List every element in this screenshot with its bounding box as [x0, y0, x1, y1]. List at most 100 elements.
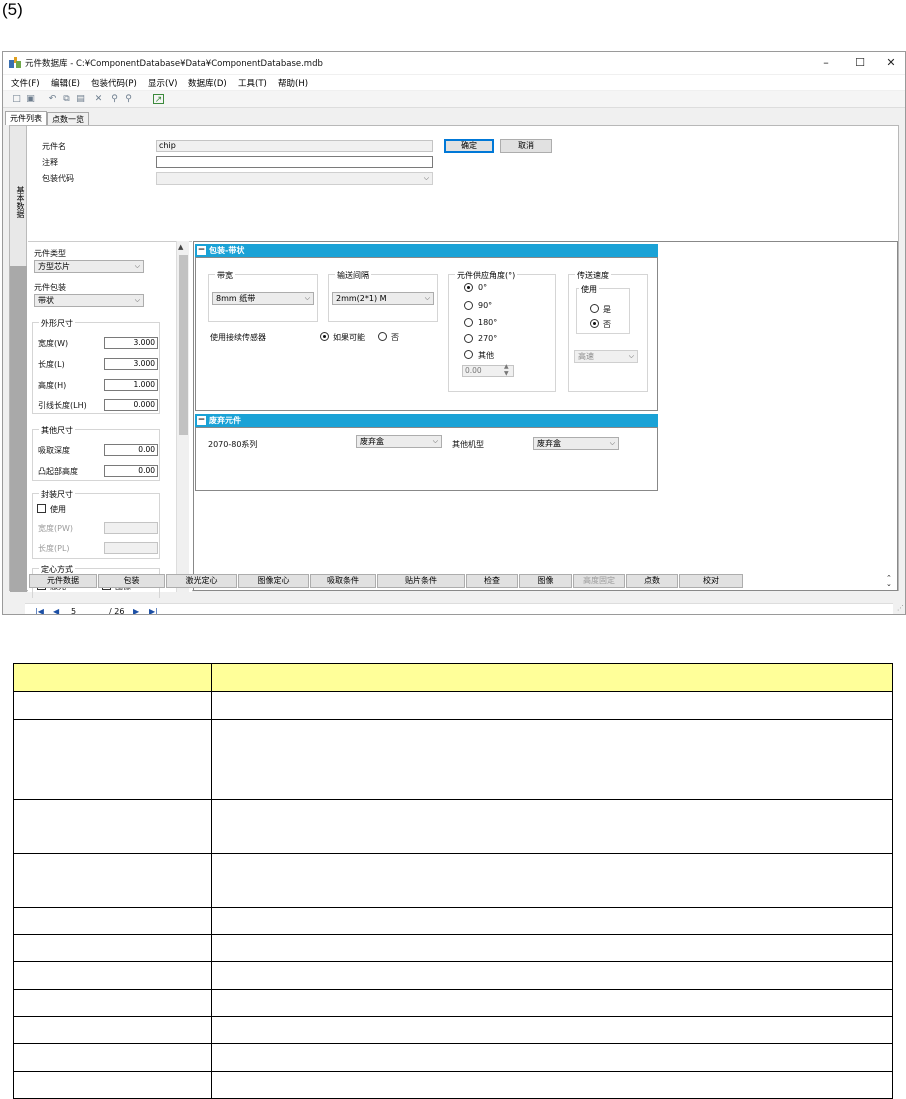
seal-length-input[interactable] [104, 542, 158, 554]
series-discard-select[interactable]: 废弃盒 ⌵ [356, 435, 442, 448]
length-label: 长度(L) [38, 360, 65, 369]
speed-no-radio[interactable] [590, 319, 599, 328]
print-icon[interactable]: ▣ [25, 94, 36, 104]
menu-tools[interactable]: 工具(T) [238, 77, 267, 89]
vertical-tab-strip: 基本数据 [10, 126, 27, 592]
close-button[interactable]: ✕ [874, 52, 905, 74]
new-icon[interactable]: □ [11, 94, 22, 104]
tab-strip: 元件列表 点数一览 [3, 111, 905, 125]
table-cell [13, 1043, 212, 1072]
feed-pitch-select[interactable]: 2mm(2*1) M ⌵ [332, 292, 434, 305]
angle-180-radio[interactable] [464, 318, 473, 327]
table-cell [211, 961, 893, 990]
undo-icon[interactable]: ↶ [47, 94, 58, 104]
placement-conditions-button[interactable]: 贴片条件 [377, 574, 465, 588]
copy-icon[interactable]: ⧉ [61, 94, 72, 104]
left-panel-scrollbar[interactable]: ▲ ▼ [176, 241, 189, 592]
menu-database[interactable]: 数据库(D) [188, 77, 227, 89]
width-label: 宽度(W) [38, 339, 69, 348]
protrusion-height-input[interactable]: 0.00 [104, 465, 158, 477]
paste-icon[interactable]: ▤ [75, 94, 86, 104]
maximize-button[interactable]: ☐ [843, 52, 877, 74]
comment-input[interactable] [156, 156, 433, 168]
seal-width-input[interactable] [104, 522, 158, 534]
table-cell [13, 799, 212, 854]
table-cell [211, 934, 893, 962]
tab-component-list[interactable]: 元件列表 [5, 111, 47, 125]
table-cell [211, 989, 893, 1017]
tape-width-select[interactable]: 8mm 纸带 ⌵ [212, 292, 314, 305]
verify-button[interactable]: 校对 [679, 574, 743, 588]
find-next-icon[interactable]: ⚲ [123, 94, 134, 104]
vertical-tab-basic-data[interactable]: 基本数据 [13, 186, 25, 218]
width-input[interactable]: 3.000 [104, 337, 158, 349]
title-bar: 元件数据库 - C:¥ComponentDatabase¥Data¥Compon… [3, 52, 905, 74]
angle-270-label: 270° [478, 334, 498, 343]
angle-90-radio[interactable] [464, 301, 473, 310]
packaging-button[interactable]: 包装 [98, 574, 165, 588]
tab-point-list[interactable]: 点数一览 [47, 112, 89, 125]
protrusion-height-label: 凸起部高度 [38, 467, 78, 476]
menu-package-code[interactable]: 包装代码(P) [91, 77, 137, 89]
points-button[interactable]: 点数 [626, 574, 678, 588]
vertical-tab-filler [10, 266, 27, 592]
chevron-down-icon: ⌵ [134, 296, 140, 304]
comment-label: 注释 [42, 158, 58, 167]
menu-view[interactable]: 显示(V) [148, 77, 177, 89]
current-record[interactable]: 5 [71, 607, 76, 614]
angle-spinner-icon[interactable]: ▲ ▼ [504, 363, 509, 377]
first-record-icon[interactable]: |◀ [35, 607, 44, 614]
scroll-up-icon[interactable]: ▲ [178, 243, 183, 251]
package-code-select[interactable]: ⌵ [156, 172, 433, 185]
ok-button[interactable]: 确定 [444, 139, 494, 153]
image-centering-button[interactable]: 图像定心 [238, 574, 309, 588]
prev-record-icon[interactable]: ◀ [53, 607, 59, 614]
pickup-depth-input[interactable]: 0.00 [104, 444, 158, 456]
export-icon[interactable]: ↗ [153, 94, 164, 105]
scrollbar-thumb[interactable] [179, 255, 188, 435]
angle-other-radio[interactable] [464, 350, 473, 359]
speed-select[interactable]: 高速 ⌵ [574, 350, 638, 363]
image-button[interactable]: 图像 [519, 574, 572, 588]
inspection-button[interactable]: 检查 [466, 574, 518, 588]
size-grip-icon[interactable]: ⋰ [897, 604, 904, 612]
collapse-icon[interactable]: − [197, 246, 206, 255]
tape-section-header[interactable]: − 包装-带状 [195, 244, 658, 257]
minimize-button[interactable]: – [809, 52, 843, 74]
sensor-no-radio[interactable] [378, 332, 387, 341]
component-data-button[interactable]: 元件数据 [29, 574, 97, 588]
menu-file[interactable]: 文件(F) [11, 77, 40, 89]
laser-centering-button[interactable]: 激光定心 [166, 574, 237, 588]
find-icon[interactable]: ⚲ [109, 94, 120, 104]
speed-yes-radio[interactable] [590, 304, 599, 313]
angle-0-radio[interactable] [464, 283, 473, 292]
lead-length-input[interactable]: 0.000 [104, 399, 158, 411]
panel-resize-icon[interactable]: ⌃ ⌄ [886, 575, 892, 588]
angle-270-radio[interactable] [464, 334, 473, 343]
component-type-select[interactable]: 方型芯片 ⌵ [34, 260, 144, 273]
last-record-icon[interactable]: ▶| [149, 607, 158, 614]
component-name-input[interactable]: chip [156, 140, 433, 152]
next-record-icon[interactable]: ▶ [133, 607, 139, 614]
table-cell [13, 934, 212, 962]
other-discard-select[interactable]: 废弃盒 ⌵ [533, 437, 619, 450]
collapse-icon[interactable]: − [197, 416, 206, 425]
table-cell [13, 691, 212, 720]
menu-help[interactable]: 帮助(H) [278, 77, 308, 89]
chevron-down-icon: ⌵ [423, 174, 429, 182]
table-row [13, 853, 893, 908]
packaging-select[interactable]: 带状 ⌵ [34, 294, 144, 307]
use-seal-checkbox[interactable] [37, 504, 46, 513]
height-fixed-button[interactable]: 高度固定 [573, 574, 625, 588]
table-row [13, 989, 893, 1017]
sensor-if-possible-radio[interactable] [320, 332, 329, 341]
length-input[interactable]: 3.000 [104, 358, 158, 370]
table-cell [211, 799, 893, 854]
height-input[interactable]: 1.000 [104, 379, 158, 391]
delete-icon[interactable]: ✕ [93, 94, 104, 104]
cancel-button[interactable]: 取消 [500, 139, 552, 153]
discard-section-header[interactable]: − 废弃元件 [195, 414, 658, 427]
pickup-conditions-button[interactable]: 吸取条件 [310, 574, 376, 588]
component-type-value: 方型芯片 [38, 262, 70, 271]
menu-edit[interactable]: 编辑(E) [51, 77, 80, 89]
